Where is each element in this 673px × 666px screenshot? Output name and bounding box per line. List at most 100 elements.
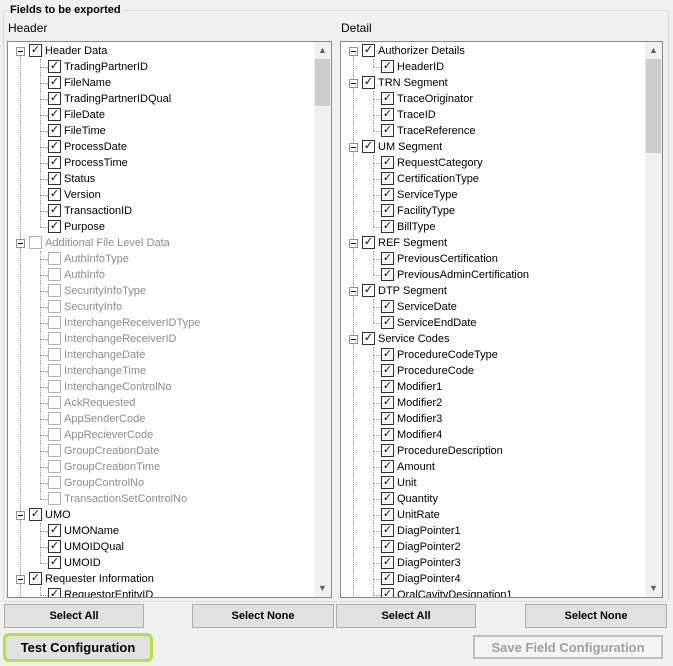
tree-node-previousadmincertification[interactable]: PreviousAdminCertification (341, 267, 645, 283)
scroll-thumb[interactable] (646, 59, 661, 153)
checkbox[interactable] (48, 284, 61, 297)
tree-node-servicedate[interactable]: ServiceDate (341, 299, 645, 315)
tree-node-filetime[interactable]: FileTime (8, 123, 314, 139)
tree-node-filename[interactable]: FileName (8, 75, 314, 91)
tree-node-requester-information[interactable]: Requester Information (8, 571, 314, 587)
checkbox[interactable] (48, 332, 61, 345)
checkbox[interactable] (381, 364, 394, 377)
detail-select-all-button[interactable]: Select All (336, 604, 476, 628)
tree-node-modifier2[interactable]: Modifier2 (341, 395, 645, 411)
checkbox[interactable] (381, 380, 394, 393)
checkbox[interactable] (48, 204, 61, 217)
checkbox[interactable] (48, 188, 61, 201)
checkbox[interactable] (48, 364, 61, 377)
tree-node-modifier1[interactable]: Modifier1 (341, 379, 645, 395)
checkbox[interactable] (48, 524, 61, 537)
checkbox[interactable] (48, 412, 61, 425)
tree-node-ackrequested[interactable]: AckRequested (8, 395, 314, 411)
checkbox[interactable] (381, 204, 394, 217)
checkbox[interactable] (381, 444, 394, 457)
tree-node-procedurecodetype[interactable]: ProcedureCodeType (341, 347, 645, 363)
tree-node-oralcavitydesignation1[interactable]: OralCavityDesignation1 (341, 587, 645, 597)
collapse-icon[interactable] (349, 47, 358, 56)
checkbox[interactable] (362, 236, 375, 249)
checkbox[interactable] (381, 300, 394, 313)
tree-node-unitrate[interactable]: UnitRate (341, 507, 645, 523)
tree-node-transactionsetcontrolno[interactable]: TransactionSetControlNo (8, 491, 314, 507)
checkbox[interactable] (381, 92, 394, 105)
checkbox[interactable] (48, 268, 61, 281)
tree-node-service-codes[interactable]: Service Codes (341, 331, 645, 347)
checkbox[interactable] (48, 556, 61, 569)
checkbox[interactable] (362, 44, 375, 57)
checkbox[interactable] (381, 476, 394, 489)
checkbox[interactable] (48, 300, 61, 313)
tree-node-authinfo[interactable]: AuthInfo (8, 267, 314, 283)
tree-node-tradingpartneridqual[interactable]: TradingPartnerIDQual (8, 91, 314, 107)
checkbox[interactable] (48, 108, 61, 121)
checkbox[interactable] (362, 140, 375, 153)
tree-node-securityinfo[interactable]: SecurityInfo (8, 299, 314, 315)
tree-node-traceid[interactable]: TraceID (341, 107, 645, 123)
header-tree-scrollbar[interactable]: ▲ ▼ (314, 42, 331, 597)
checkbox[interactable] (48, 460, 61, 473)
tree-node-groupcreationdate[interactable]: GroupCreationDate (8, 443, 314, 459)
collapse-icon[interactable] (349, 79, 358, 88)
tree-node-interchangereceiverid[interactable]: InterchangeReceiverID (8, 331, 314, 347)
tree-node-amount[interactable]: Amount (341, 459, 645, 475)
tree-node-diagpointer4[interactable]: DiagPointer4 (341, 571, 645, 587)
checkbox[interactable] (48, 76, 61, 89)
tree-node-diagpointer2[interactable]: DiagPointer2 (341, 539, 645, 555)
collapse-icon[interactable] (349, 335, 358, 344)
detail-select-none-button[interactable]: Select None (525, 604, 667, 628)
scroll-up-icon[interactable]: ▲ (645, 42, 662, 59)
checkbox[interactable] (381, 396, 394, 409)
tree-node-previouscertification[interactable]: PreviousCertification (341, 251, 645, 267)
tree-node-groupcreationtime[interactable]: GroupCreationTime (8, 459, 314, 475)
tree-node-authorizer-details[interactable]: Authorizer Details (341, 43, 645, 59)
tree-node-um-segment[interactable]: UM Segment (341, 139, 645, 155)
checkbox[interactable] (29, 44, 42, 57)
header-tree[interactable]: Header Data TradingPartnerID FileName Tradi… (7, 41, 332, 598)
checkbox[interactable] (381, 556, 394, 569)
tree-node-interchangereceiveridtype[interactable]: InterchangeReceiverIDType (8, 315, 314, 331)
checkbox[interactable] (381, 108, 394, 121)
checkbox[interactable] (381, 492, 394, 505)
checkbox[interactable] (381, 60, 394, 73)
checkbox[interactable] (48, 252, 61, 265)
tree-node-diagpointer1[interactable]: DiagPointer1 (341, 523, 645, 539)
tree-node-traceoriginator[interactable]: TraceOriginator (341, 91, 645, 107)
tree-node-filedate[interactable]: FileDate (8, 107, 314, 123)
collapse-icon[interactable] (16, 239, 25, 248)
checkbox[interactable] (48, 124, 61, 137)
tree-node-header-data[interactable]: Header Data (8, 43, 314, 59)
scroll-thumb[interactable] (315, 59, 330, 106)
test-configuration-button[interactable]: Test Configuration (3, 633, 153, 662)
checkbox[interactable] (381, 188, 394, 201)
checkbox[interactable] (48, 444, 61, 457)
checkbox[interactable] (48, 396, 61, 409)
checkbox[interactable] (362, 332, 375, 345)
tree-node-umoname[interactable]: UMOName (8, 523, 314, 539)
tree-node-billtype[interactable]: BillType (341, 219, 645, 235)
scroll-down-icon[interactable]: ▼ (314, 580, 331, 597)
checkbox[interactable] (29, 572, 42, 585)
tree-node-trn-segment[interactable]: TRN Segment (341, 75, 645, 91)
checkbox[interactable] (381, 268, 394, 281)
detail-tree[interactable]: Authorizer Details HeaderID TRN Segment Tra… (340, 41, 663, 598)
tree-node-facilitytype[interactable]: FacilityType (341, 203, 645, 219)
tree-node-appsendercode[interactable]: AppSenderCode (8, 411, 314, 427)
checkbox[interactable] (381, 588, 394, 597)
scroll-down-icon[interactable]: ▼ (645, 580, 662, 597)
checkbox[interactable] (381, 524, 394, 537)
checkbox[interactable] (381, 220, 394, 233)
checkbox[interactable] (48, 220, 61, 233)
tree-node-modifier3[interactable]: Modifier3 (341, 411, 645, 427)
save-field-configuration-button[interactable]: Save Field Configuration (473, 635, 663, 659)
checkbox[interactable] (381, 540, 394, 553)
tree-node-tracereference[interactable]: TraceReference (341, 123, 645, 139)
checkbox[interactable] (381, 252, 394, 265)
detail-tree-scrollbar[interactable]: ▲ ▼ (645, 42, 662, 597)
checkbox[interactable] (381, 124, 394, 137)
checkbox[interactable] (48, 476, 61, 489)
